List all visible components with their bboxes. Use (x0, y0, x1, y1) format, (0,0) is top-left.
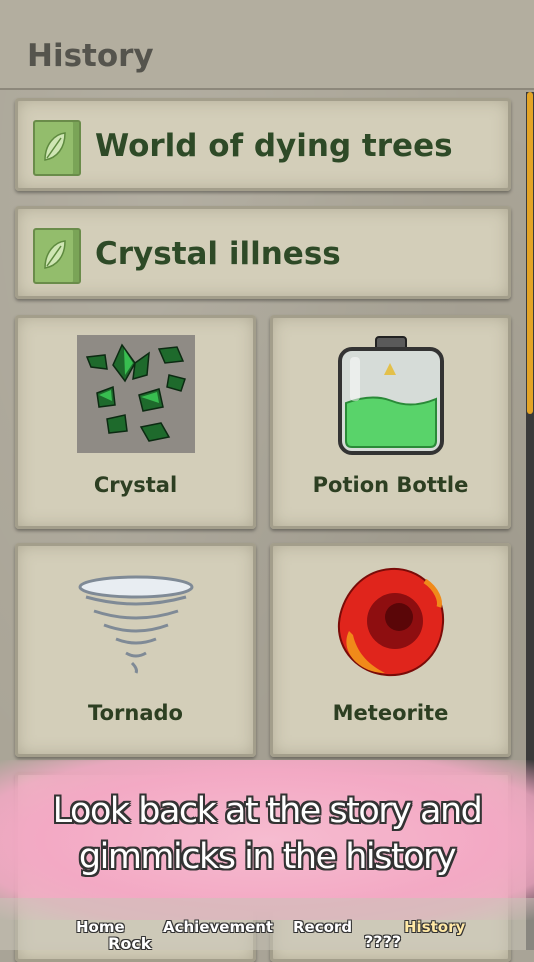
story-item-world-of-dying-trees[interactable]: World of dying trees (15, 98, 511, 191)
bottom-nav: Home Achievement Record History (0, 898, 534, 950)
leaf-book-icon (33, 228, 81, 284)
story-item-crystal-illness[interactable]: Crystal illness (15, 206, 511, 299)
meteorite-icon (329, 561, 453, 685)
nav-record[interactable]: Record (293, 918, 352, 936)
crystal-icon (76, 335, 195, 453)
potion-bottle-icon (332, 335, 450, 457)
leaf-book-icon (33, 120, 81, 176)
gimmick-card-potion-bottle[interactable]: Potion Bottle (270, 315, 511, 529)
gimmick-label: Crystal (93, 473, 178, 497)
gimmick-card-crystal[interactable]: Crystal (15, 315, 256, 529)
gimmick-card-meteorite[interactable]: Meteorite (270, 543, 511, 757)
promo-banner: Look back at the story and gimmicks in t… (0, 760, 534, 920)
card-label-unknown: ???? (364, 932, 402, 951)
tornado-icon (76, 575, 196, 675)
nav-history[interactable]: History (404, 918, 465, 936)
gimmick-label: Meteorite (332, 701, 449, 725)
page-title: History (27, 38, 154, 74)
gimmick-card-tornado[interactable]: Tornado (15, 543, 256, 757)
card-label-rock: Rock (108, 934, 152, 953)
banner-line-1: Look back at the story and (52, 791, 483, 831)
header-bar: History (0, 0, 534, 90)
story-label: Crystal illness (95, 236, 341, 272)
gimmick-label: Potion Bottle (312, 473, 469, 497)
nav-achievement[interactable]: Achievement (163, 918, 273, 936)
banner-line-2: gimmicks in the history (78, 837, 457, 877)
story-label: World of dying trees (95, 128, 453, 164)
gimmick-label: Tornado (88, 701, 183, 725)
scrollbar-thumb[interactable] (527, 92, 533, 414)
